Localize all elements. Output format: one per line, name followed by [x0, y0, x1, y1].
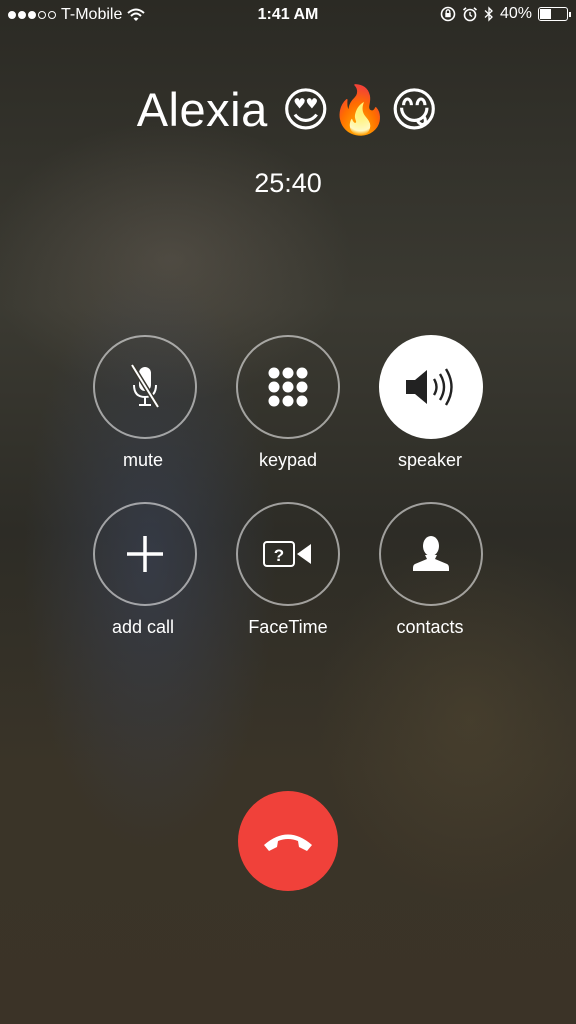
- add-call-button[interactable]: [93, 502, 197, 606]
- speaker-button[interactable]: [379, 335, 483, 439]
- bluetooth-icon: [484, 6, 493, 22]
- keypad-button[interactable]: [236, 335, 340, 439]
- contacts-label: contacts: [396, 617, 464, 637]
- facetime-button[interactable]: ?: [236, 502, 340, 606]
- battery-icon: [538, 7, 571, 21]
- call-duration: 25:40: [254, 168, 322, 198]
- contact-person-icon: [413, 536, 449, 571]
- speaker-label: speaker: [397, 450, 463, 470]
- mute-label: mute: [122, 450, 164, 470]
- mute-microphone-icon: [129, 363, 161, 409]
- plus-icon: [127, 536, 163, 572]
- status-bar: T-Mobile 1:41 AM 40%: [0, 0, 576, 30]
- keypad-label: keypad: [258, 450, 318, 470]
- speaker-icon: [406, 368, 453, 406]
- mute-button[interactable]: [93, 335, 197, 439]
- contacts-button[interactable]: [379, 502, 483, 606]
- battery-percent: 40%: [499, 5, 532, 22]
- caller-name: Alexia 😍🔥😋: [136, 83, 440, 136]
- facetime-label: FaceTime: [248, 617, 328, 637]
- add-call-label: add call: [111, 617, 175, 637]
- rotation-lock-icon: [440, 6, 456, 22]
- end-call-button[interactable]: [238, 791, 338, 891]
- hang-up-icon: [264, 834, 312, 851]
- keypad-icon: [268, 367, 308, 407]
- facetime-icon: ?: [263, 541, 311, 567]
- status-right: 40%: [440, 5, 571, 23]
- svg-text:?: ?: [274, 546, 284, 565]
- battery-fill: [540, 9, 552, 19]
- alarm-icon: [462, 7, 477, 22]
